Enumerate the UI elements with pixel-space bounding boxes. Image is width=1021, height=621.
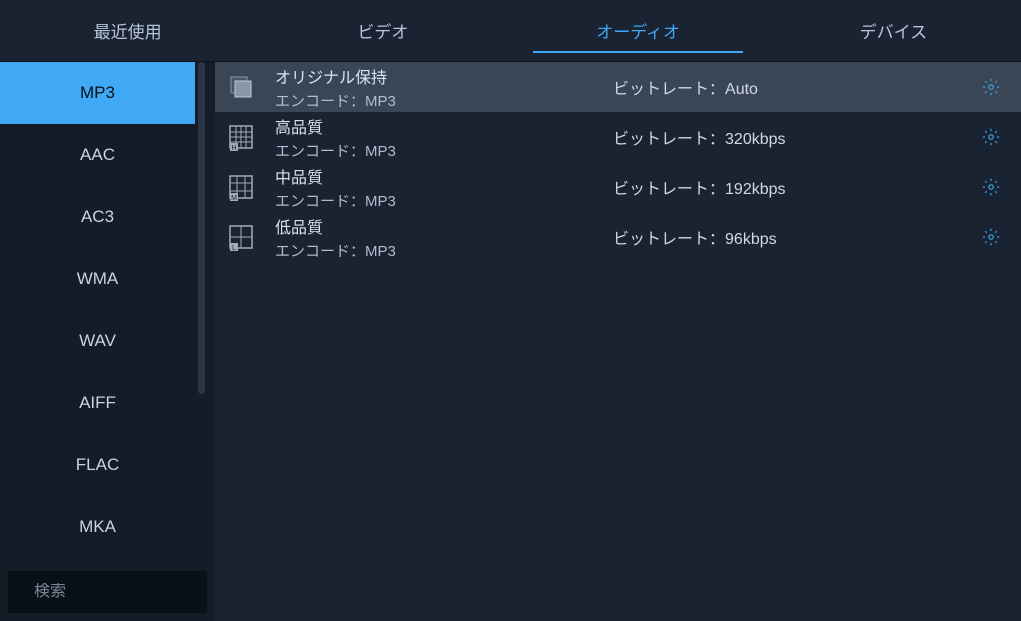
preset-bitrate: ビットレート：Auto (613, 75, 961, 99)
copy-icon (225, 71, 257, 103)
settings-button[interactable] (979, 225, 1003, 249)
search-input[interactable] (34, 583, 241, 601)
sidebar-item-aac[interactable]: AAC (0, 124, 195, 186)
preset-row-low[interactable]: L 低品質 エンコード：MP3 ビットレート：96kbps (215, 212, 1021, 262)
sidebar-item-ac3[interactable]: AC3 (0, 186, 195, 248)
sidebar-item-aiff[interactable]: AIFF (0, 372, 195, 434)
tab-video[interactable]: ビデオ (255, 0, 510, 61)
svg-text:L: L (232, 245, 236, 251)
sidebar-item-wma[interactable]: WMA (0, 248, 195, 310)
search-container (0, 563, 215, 621)
preset-info: 低品質 エンコード：MP3 (275, 214, 595, 261)
scrollbar-thumb[interactable] (198, 62, 205, 394)
preset-encode: エンコード：MP3 (275, 90, 595, 111)
gear-icon (982, 178, 1000, 196)
preset-name: 高品質 (275, 114, 595, 138)
preset-row-medium[interactable]: M 中品質 エンコード：MP3 ビットレート：192kbps (215, 162, 1021, 212)
preset-name: 中品質 (275, 164, 595, 188)
format-list: MP3 AAC AC3 WMA WAV AIFF FLAC MKA (0, 62, 215, 563)
tab-audio[interactable]: オーディオ (511, 0, 766, 61)
preset-info: 中品質 エンコード：MP3 (275, 164, 595, 211)
sidebar-item-flac[interactable]: FLAC (0, 434, 195, 496)
sidebar-item-mp3[interactable]: MP3 (0, 62, 195, 124)
settings-button[interactable] (979, 75, 1003, 99)
sidebar-item-wav[interactable]: WAV (0, 310, 195, 372)
top-tabs: 最近使用 ビデオ オーディオ デバイス (0, 0, 1021, 62)
preset-bitrate: ビットレート：96kbps (613, 225, 961, 249)
preset-bitrate: ビットレート：320kbps (613, 125, 961, 149)
preset-row-original[interactable]: オリジナル保持 エンコード：MP3 ビットレート：Auto (215, 62, 1021, 112)
settings-button[interactable] (979, 175, 1003, 199)
sidebar-item-mka[interactable]: MKA (0, 496, 195, 558)
sidebar: MP3 AAC AC3 WMA WAV AIFF FLAC MKA (0, 62, 215, 621)
preset-encode: エンコード：MP3 (275, 240, 595, 261)
preset-list: オリジナル保持 エンコード：MP3 ビットレート：Auto (215, 62, 1021, 621)
gear-icon (982, 128, 1000, 146)
svg-text:M: M (231, 195, 237, 201)
preset-info: オリジナル保持 エンコード：MP3 (275, 64, 595, 111)
gear-icon (982, 78, 1000, 96)
preset-name: オリジナル保持 (275, 64, 595, 88)
preset-info: 高品質 エンコード：MP3 (275, 114, 595, 161)
preset-encode: エンコード：MP3 (275, 190, 595, 211)
search-box[interactable] (8, 571, 207, 613)
preset-bitrate: ビットレート：192kbps (613, 175, 961, 199)
grid-l-icon: L (225, 221, 257, 253)
gear-icon (982, 228, 1000, 246)
svg-text:H: H (231, 145, 236, 151)
tab-device[interactable]: デバイス (766, 0, 1021, 61)
tab-recent[interactable]: 最近使用 (0, 0, 255, 61)
preset-name: 低品質 (275, 214, 595, 238)
preset-row-high[interactable]: H 高品質 エンコード：MP3 ビットレート：320kbps (215, 112, 1021, 162)
main-area: MP3 AAC AC3 WMA WAV AIFF FLAC MKA (0, 62, 1021, 621)
grid-h-icon: H (225, 121, 257, 153)
preset-encode: エンコード：MP3 (275, 140, 595, 161)
settings-button[interactable] (979, 125, 1003, 149)
grid-m-icon: M (225, 171, 257, 203)
